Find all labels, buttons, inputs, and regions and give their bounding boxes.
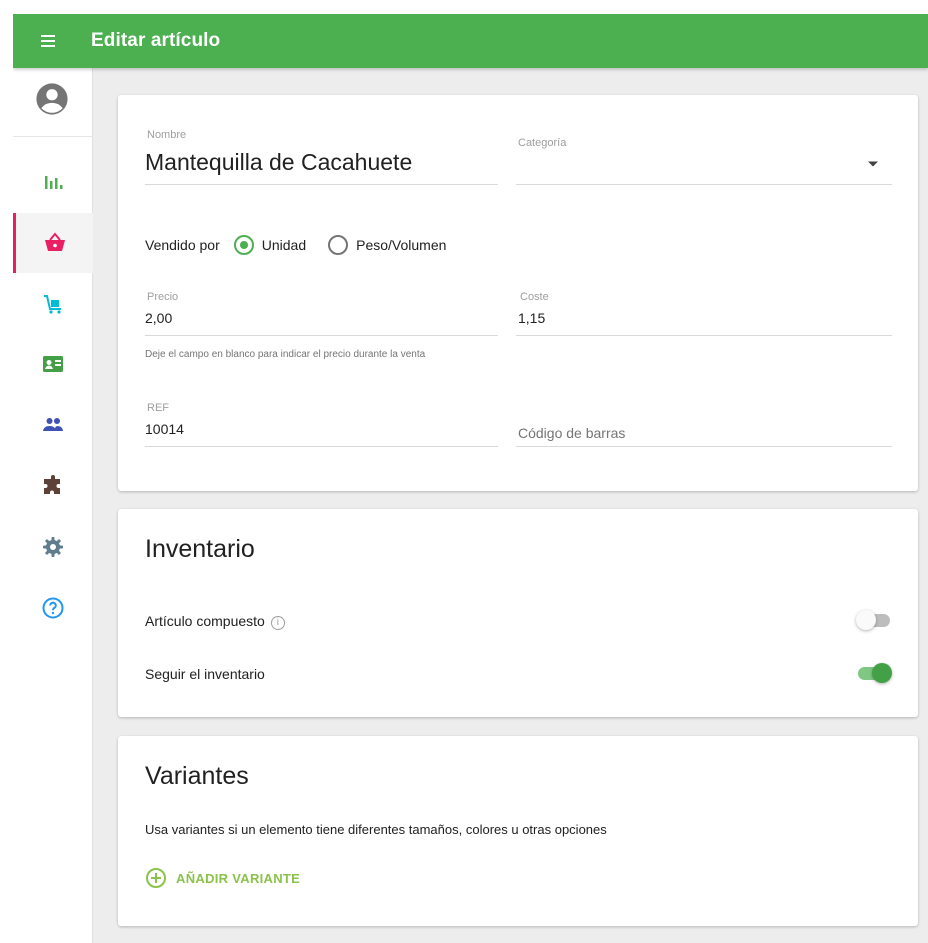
category-label: Categoría — [518, 137, 567, 149]
radio-weight[interactable] — [328, 235, 349, 255]
name-field[interactable]: Nombre Mantequilla de Cacahuete — [145, 123, 498, 185]
page-title: Editar artículo — [91, 30, 221, 51]
sidebar-item-help[interactable] — [13, 578, 93, 638]
name-value: Mantequilla de Cacahuete — [145, 149, 413, 175]
cost-label: Coste — [520, 291, 549, 303]
add-variant-button[interactable]: AÑADIR VARIANTE — [146, 868, 300, 888]
track-stock-label: Seguir el inventario — [145, 666, 265, 682]
account-icon[interactable] — [35, 82, 69, 116]
app-bar: Editar artículo — [13, 14, 928, 68]
menu-icon[interactable] — [41, 31, 71, 51]
track-toggle-thumb — [872, 663, 892, 683]
cost-field[interactable]: Coste 1,15 — [516, 288, 892, 336]
name-label: Nombre — [147, 129, 187, 141]
barcode-placeholder: Código de barras — [518, 425, 626, 441]
composite-item-row: Artículo compuesto i — [145, 613, 285, 630]
cost-value: 1,15 — [518, 310, 546, 326]
item-details-card: Nombre Mantequilla de Cacahuete Categorí… — [118, 95, 918, 491]
track-stock-toggle[interactable] — [856, 662, 892, 684]
sold-by-group: Vendido por Unidad Peso/Volumen — [145, 235, 446, 255]
sold-by-weight-label: Peso/Volumen — [356, 237, 447, 253]
composite-item-label: Artículo compuesto — [145, 613, 265, 629]
ref-label: REF — [147, 402, 169, 414]
chevron-down-icon — [868, 161, 878, 167]
sold-by-weight-option[interactable]: Peso/Volumen — [328, 235, 446, 255]
inventory-title: Inventario — [145, 535, 255, 563]
sold-by-label: Vendido por — [145, 237, 220, 253]
category-select[interactable]: Categoría — [516, 123, 892, 185]
app-window: Editar artículo Nombre Mantequilla de Ca… — [13, 14, 928, 943]
sidebar-item-settings[interactable] — [13, 517, 93, 577]
price-label: Precio — [147, 291, 179, 303]
variants-card: Variantes Usa variantes si un elemento t… — [118, 736, 918, 926]
composite-item-toggle[interactable] — [856, 609, 892, 631]
sold-by-unit-label: Unidad — [261, 237, 307, 253]
sidebar-item-integrations[interactable] — [13, 456, 93, 516]
settings-icon — [43, 537, 63, 557]
composite-toggle-thumb — [856, 610, 876, 630]
ref-value: 10014 — [145, 421, 184, 437]
add-circle-icon — [146, 868, 166, 888]
sidebar-item-customers[interactable] — [13, 395, 93, 455]
radio-unit[interactable] — [233, 235, 254, 255]
add-variant-label: AÑADIR VARIANTE — [176, 870, 301, 886]
barcode-field[interactable]: Código de barras — [516, 399, 892, 447]
sidebar-item-reports[interactable] — [13, 152, 93, 212]
inventory-icon — [44, 295, 61, 314]
basket-icon — [44, 232, 65, 251]
sidebar-item-items[interactable] — [13, 213, 93, 273]
sidebar-item-employees[interactable] — [13, 334, 93, 394]
reports-icon — [45, 176, 63, 189]
sidebar-divider — [13, 136, 93, 137]
sidebar-item-inventory[interactable] — [13, 274, 93, 334]
integrations-icon — [44, 475, 60, 494]
variants-description: Usa variantes si un elemento tiene difer… — [145, 822, 607, 837]
info-icon[interactable]: i — [270, 616, 285, 630]
sold-by-unit-option[interactable]: Unidad — [233, 235, 307, 255]
ref-field[interactable]: REF 10014 — [145, 399, 498, 447]
help-icon — [42, 597, 64, 619]
inventory-card: Inventario Artículo compuesto i Seguir el… — [118, 509, 918, 717]
customers-icon — [43, 418, 63, 431]
variants-title: Variantes — [145, 762, 249, 790]
employees-icon — [43, 356, 63, 372]
price-field[interactable]: Precio 2,00 — [145, 288, 498, 336]
price-helper-text: Deje el campo en blanco para indicar el … — [145, 349, 426, 360]
price-value: 2,00 — [145, 310, 173, 326]
sidebar — [13, 68, 93, 943]
